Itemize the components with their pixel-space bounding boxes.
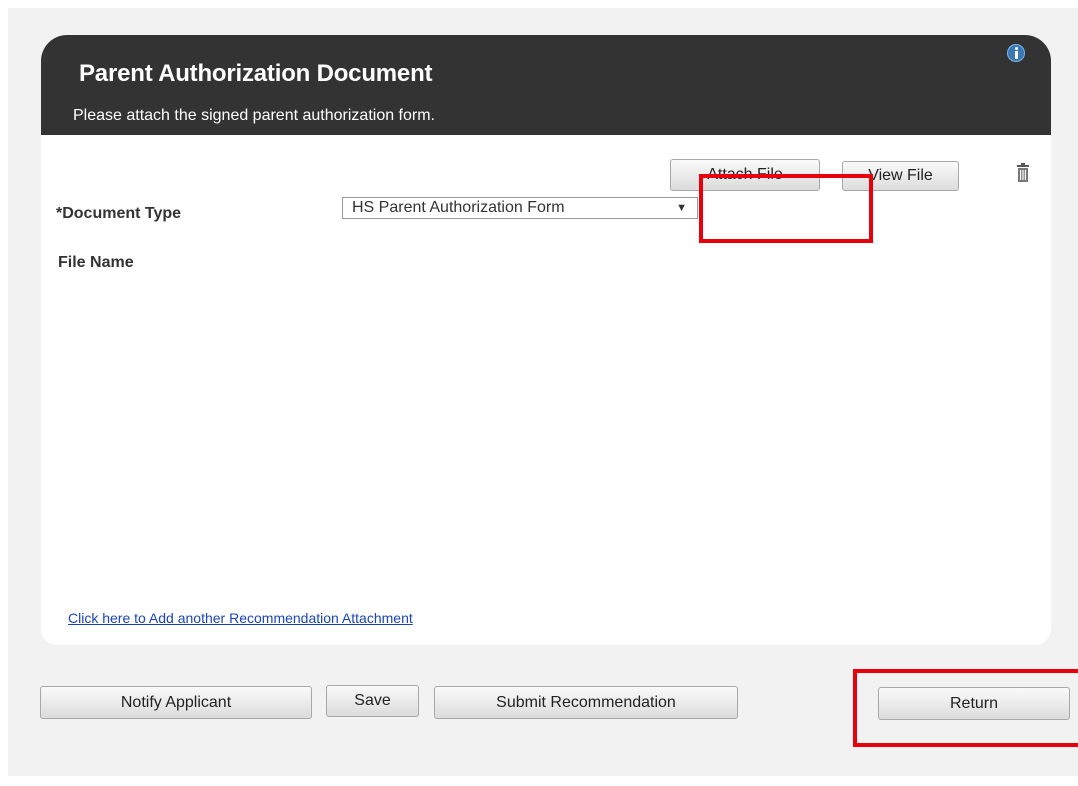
document-type-label: *Document Type: [56, 205, 182, 222]
document-type-select[interactable]: HS Parent Authorization Form ▼: [342, 197, 698, 219]
add-attachment-link[interactable]: Click here to Add another Recommendation…: [68, 610, 413, 626]
attach-file-button[interactable]: Attach File: [670, 159, 820, 191]
page-title: Parent Authorization Document: [79, 60, 433, 87]
view-file-button[interactable]: View File: [842, 161, 959, 191]
submit-recommendation-button[interactable]: Submit Recommendation: [434, 686, 738, 719]
return-button[interactable]: Return: [878, 687, 1070, 720]
panel-header: Parent Authorization Document Please att…: [41, 35, 1051, 135]
dropdown-arrow-icon: ▼: [676, 202, 687, 214]
panel-subtitle: Please attach the signed parent authoriz…: [73, 107, 435, 124]
document-type-value: HS Parent Authorization Form: [352, 199, 565, 216]
file-name-label: File Name: [58, 254, 134, 271]
save-button[interactable]: Save: [326, 685, 419, 717]
trash-icon[interactable]: [1016, 163, 1030, 183]
notify-applicant-button[interactable]: Notify Applicant: [40, 686, 312, 719]
attachment-panel: Parent Authorization Document Please att…: [41, 35, 1051, 645]
info-icon[interactable]: [1007, 44, 1025, 62]
